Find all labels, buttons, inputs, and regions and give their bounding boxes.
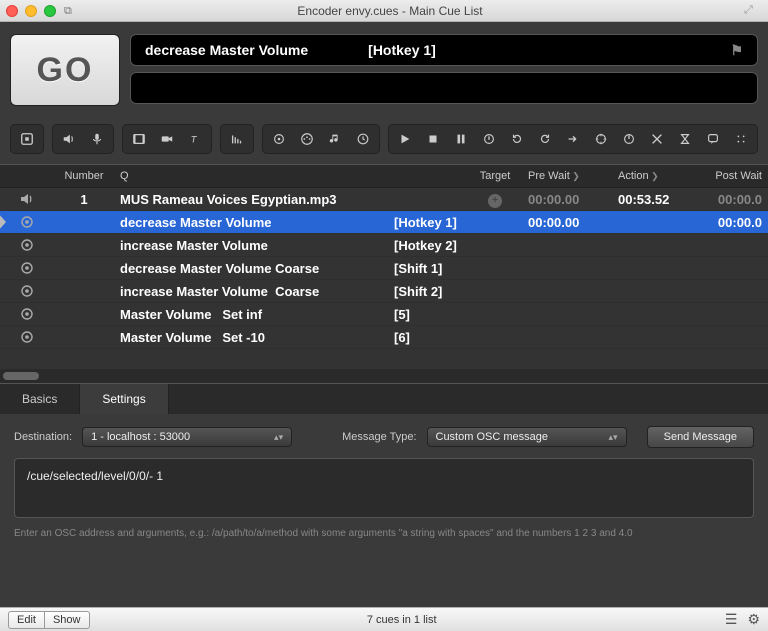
col-prewait[interactable]: Pre Wait (522, 170, 612, 182)
goto-icon[interactable] (561, 128, 585, 150)
send-message-button[interactable]: Send Message (647, 426, 754, 448)
gear-icon[interactable]: ⚙ (747, 611, 760, 628)
devamp-icon[interactable] (533, 128, 557, 150)
fade-cue-icon[interactable] (225, 128, 249, 150)
cue-row[interactable]: increase Master Volume[Hotkey 2] (0, 234, 768, 257)
arm-icon[interactable] (617, 128, 641, 150)
tab-settings[interactable]: Settings (80, 384, 168, 414)
cue-prewait: 00:00.00 (522, 215, 612, 230)
mic-cue-icon[interactable] (85, 128, 109, 150)
video-cue-icon[interactable] (127, 128, 151, 150)
load-icon[interactable] (477, 128, 501, 150)
cue-hotkey: [Hotkey 2] (388, 238, 468, 253)
message-type-select[interactable]: Custom OSC message▴▾ (427, 427, 627, 447)
col-action[interactable]: Action (612, 170, 702, 182)
notes-display[interactable] (130, 72, 758, 104)
cue-action: 00:53.52 (612, 192, 702, 207)
target-badge-icon: + (488, 194, 502, 208)
cue-row[interactable]: Master Volume Set inf[5] (0, 303, 768, 326)
cue-row[interactable]: Master Volume Set -10[6] (0, 326, 768, 349)
camera-cue-icon[interactable] (155, 128, 179, 150)
tab-basics[interactable]: Basics (0, 384, 80, 414)
osc-icon (0, 214, 54, 230)
audio-cue-icon[interactable] (57, 128, 81, 150)
cue-row[interactable]: 1MUS Rameau Voices Egyptian.mp3+00:00.00… (0, 188, 768, 211)
titlebar: ⧉ Encoder envy.cues - Main Cue List ⤢ (0, 0, 768, 22)
list-icon[interactable]: ☰ (725, 611, 738, 628)
cue-list-header: Number Q Target Pre Wait Action Post Wai… (0, 164, 768, 188)
col-postwait[interactable]: Post Wait (702, 170, 768, 182)
inspector-tabs: Basics Settings (0, 383, 768, 414)
midi-file-cue-icon[interactable] (323, 128, 347, 150)
col-q[interactable]: Q (114, 170, 388, 182)
osc-icon (0, 237, 54, 253)
play-icon[interactable] (393, 128, 417, 150)
osc-cue-icon[interactable] (267, 128, 291, 150)
cue-row[interactable]: increase Master Volume Coarse[Shift 2] (0, 280, 768, 303)
cue-hotkey: [Shift 1] (388, 261, 468, 276)
audio-icon (0, 191, 54, 207)
cue-number: 1 (54, 192, 114, 207)
stop-icon[interactable] (421, 128, 445, 150)
message-type-label: Message Type: (342, 431, 416, 443)
osc-icon (0, 306, 54, 322)
horizontal-scrollbar[interactable] (0, 369, 768, 383)
pause-icon[interactable] (449, 128, 473, 150)
titles-cue-icon[interactable]: T (183, 128, 207, 150)
show-mode-button[interactable]: Show (44, 611, 90, 629)
cue-name: MUS Rameau Voices Egyptian.mp3 (114, 192, 388, 207)
cue-list[interactable]: 1MUS Rameau Voices Egyptian.mp3+00:00.00… (0, 188, 768, 349)
group-cue-icon[interactable] (15, 128, 39, 150)
close-button[interactable] (6, 5, 18, 17)
cue-hotkey: [Shift 2] (388, 284, 468, 299)
destination-select[interactable]: 1 - localhost : 53000▴▾ (82, 427, 292, 447)
osc-hint: Enter an OSC address and arguments, e.g.… (14, 528, 754, 539)
osc-icon (0, 283, 54, 299)
timecode-cue-icon[interactable] (351, 128, 375, 150)
standby-display: decrease Master Volume [Hotkey 1] ⚑ (130, 34, 758, 66)
col-target[interactable]: Target (468, 170, 522, 182)
cue-name: increase Master Volume (114, 238, 388, 253)
cue-postwait: 00:00.0 (702, 192, 768, 207)
script-icon[interactable] (729, 128, 753, 150)
settings-panel: Destination: 1 - localhost : 53000▴▾ Mes… (0, 414, 768, 551)
reset-icon[interactable] (505, 128, 529, 150)
edit-mode-button[interactable]: Edit (8, 611, 45, 629)
cue-name: decrease Master Volume (114, 215, 388, 230)
flag-icon[interactable]: ⚑ (730, 42, 743, 59)
toolbar: T (0, 118, 768, 164)
cue-hotkey: [6] (388, 330, 468, 345)
cue-row[interactable]: decrease Master Volume Coarse[Shift 1] (0, 257, 768, 280)
status-text: 7 cues in 1 list (89, 614, 715, 626)
cue-name: increase Master Volume Coarse (114, 284, 388, 299)
col-number[interactable]: Number (54, 170, 114, 182)
osc-message-input[interactable]: /cue/selected/level/0/0/- 1 (14, 458, 754, 518)
fullscreen-icon[interactable]: ⤢ (744, 4, 762, 17)
cue-hotkey: [Hotkey 1] (388, 215, 468, 230)
chevron-updown-icon: ▴▾ (596, 432, 617, 443)
midi-cue-icon[interactable] (295, 128, 319, 150)
cue-postwait: 00:00.0 (702, 215, 768, 230)
window-title: Encoder envy.cues - Main Cue List (36, 4, 744, 18)
cue-row[interactable]: decrease Master Volume[Hotkey 1]00:00.00… (0, 211, 768, 234)
osc-icon (0, 260, 54, 276)
cue-name: decrease Master Volume Coarse (114, 261, 388, 276)
chevron-updown-icon: ▴▾ (262, 432, 283, 443)
cue-name: Master Volume Set -10 (114, 330, 388, 345)
target-icon[interactable] (589, 128, 613, 150)
standby-cue-hotkey: [Hotkey 1] (368, 42, 436, 58)
svg-text:T: T (191, 135, 198, 146)
wait-icon[interactable] (673, 128, 697, 150)
go-button[interactable]: GO (10, 34, 120, 106)
cue-hotkey: [5] (388, 307, 468, 322)
status-bar: Edit Show 7 cues in 1 list ☰ ⚙ (0, 607, 768, 631)
destination-label: Destination: (14, 431, 72, 443)
osc-icon (0, 329, 54, 345)
memo-icon[interactable] (701, 128, 725, 150)
cue-target: + (468, 191, 522, 208)
cue-prewait: 00:00.00 (522, 192, 612, 207)
cue-name: Master Volume Set inf (114, 307, 388, 322)
disarm-icon[interactable] (645, 128, 669, 150)
standby-cue-name: decrease Master Volume (145, 42, 308, 58)
